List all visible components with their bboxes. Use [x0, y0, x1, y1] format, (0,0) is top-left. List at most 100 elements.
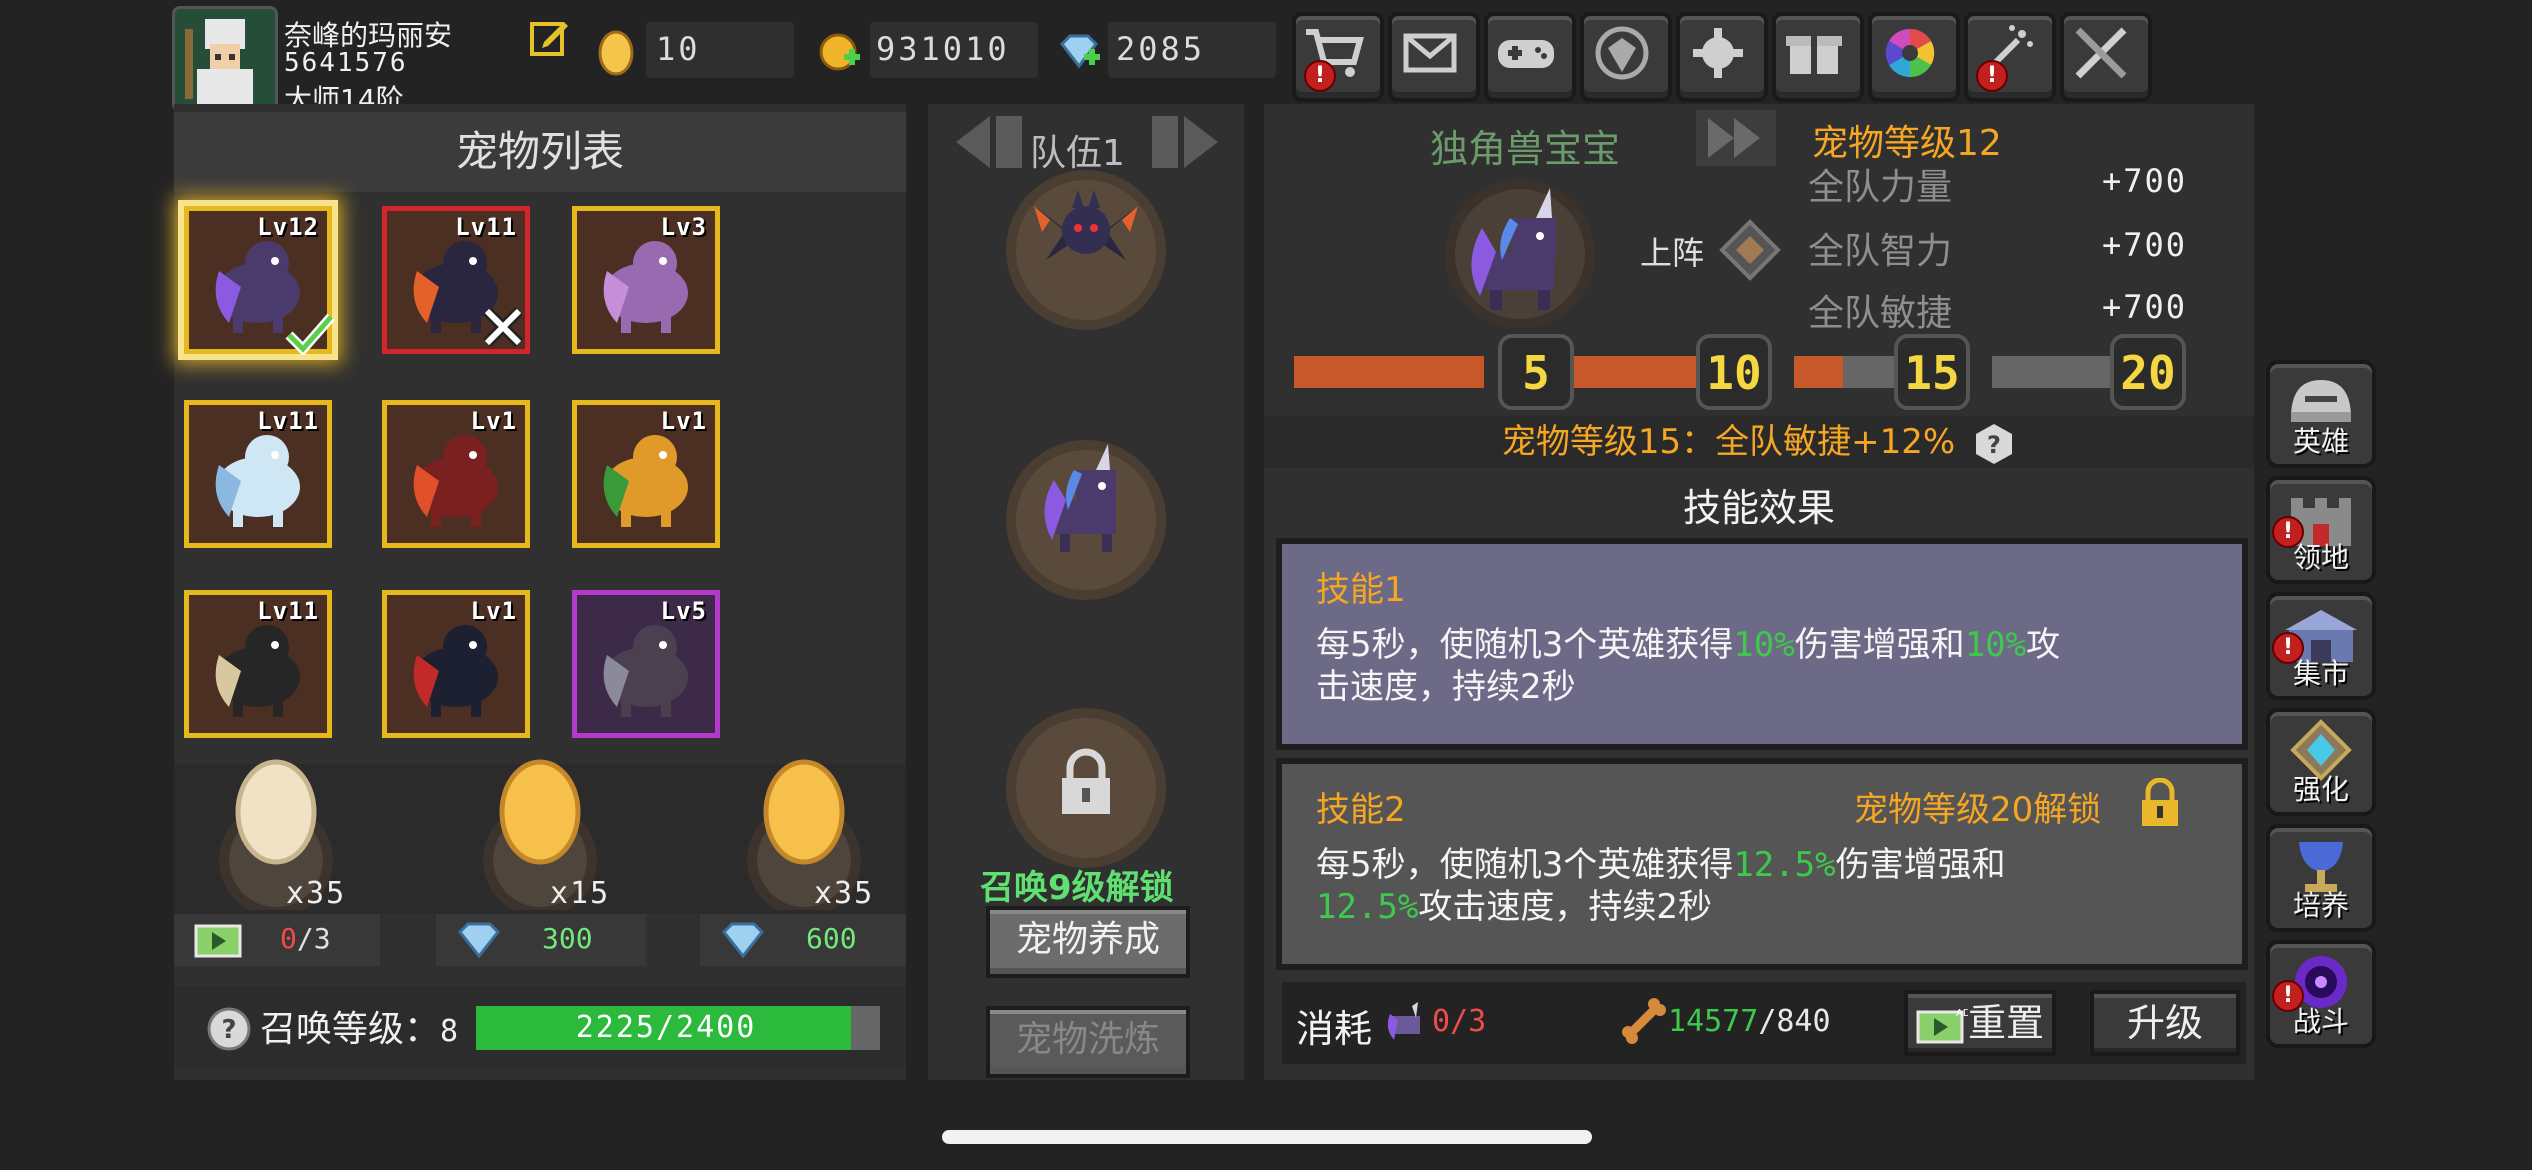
- alert-badge: !: [1976, 60, 2008, 92]
- edit-icon[interactable]: [528, 16, 572, 60]
- egg-count: x35: [814, 876, 875, 911]
- gold-coin-icon[interactable]: [818, 30, 862, 78]
- pet-slot-scorpion[interactable]: Lv3: [572, 206, 720, 354]
- stat-value: +700: [2102, 288, 2188, 326]
- egg-count: 10: [656, 30, 701, 68]
- white-x-icon: [483, 307, 523, 347]
- skill-2-text-c: 攻击速度，持续2秒: [1418, 887, 1712, 927]
- pet-level-badge: Lv1: [470, 597, 517, 625]
- pet-slot-wind-up-spider[interactable]: Lv5: [572, 590, 720, 738]
- next-pet-arrow-icon[interactable]: [1694, 106, 1780, 174]
- sidebar-helmet-button[interactable]: 英雄: [2266, 360, 2376, 468]
- egg-cost-value: 0/3: [280, 922, 331, 955]
- skill-1-card: 技能1 每5秒，使随机3个英雄获得10%伤害增强和10%攻 击速度，持续2秒: [1276, 538, 2248, 750]
- level-milestone-node[interactable]: 15: [1894, 334, 1970, 410]
- mail-button[interactable]: [1388, 12, 1480, 102]
- summon-level-caption: 召唤等级：: [260, 1009, 441, 1050]
- sidebar-crystal-button[interactable]: 强化: [2266, 708, 2376, 816]
- pet-slot-shadow-bat[interactable]: Lv1: [382, 590, 530, 738]
- skill-2-card: 技能2 宠物等级20解锁 每5秒，使随机3个英雄获得12.5%伤害增强和 12.…: [1276, 758, 2248, 970]
- pet-training-button[interactable]: 宠物养成: [986, 906, 1190, 978]
- pet-slot-leaf-turtle[interactable]: Lv1: [572, 400, 720, 548]
- settings-button[interactable]: [1676, 12, 1768, 102]
- stat-label: 全队智力: [1808, 231, 1953, 272]
- stat-value: +700: [2102, 162, 2188, 200]
- deploy-diamond-icon[interactable]: [1718, 218, 1782, 286]
- egg-resource-icon: [596, 26, 636, 80]
- skill-1-description: 每5秒，使随机3个英雄获得10%伤害增强和10%攻 击速度，持续2秒: [1316, 624, 2216, 708]
- sidebar-chalice-button[interactable]: 培养: [2266, 824, 2376, 932]
- pet-level-badge: Lv11: [455, 213, 517, 241]
- bone-need: /840: [1758, 1004, 1831, 1039]
- pet-level-badge: Lv11: [257, 597, 319, 625]
- level-bonus-text: 宠物等级15：全队敏捷+12%: [1501, 422, 1956, 462]
- alert-badge: !: [2272, 516, 2304, 548]
- level-milestone-node[interactable]: 5: [1498, 334, 1574, 410]
- gamepad-button[interactable]: [1484, 12, 1576, 102]
- alert-badge: !: [1304, 60, 1336, 92]
- gem-count: 2085: [1116, 30, 1206, 68]
- pet-slot-ice-wolf[interactable]: Lv11: [184, 400, 332, 548]
- pet-wash-button[interactable]: 宠物洗炼: [986, 1006, 1190, 1078]
- diamond-icon[interactable]: [1058, 32, 1102, 76]
- skill-1-text-b: 伤害增强和: [1794, 625, 1965, 665]
- mail-icon: [1403, 33, 1457, 73]
- reset-button[interactable]: AD 重置: [1904, 990, 2056, 1056]
- help-icon[interactable]: ?: [1972, 422, 2016, 466]
- bone-amount: 14577/840: [1668, 1004, 1831, 1039]
- player-avatar[interactable]: [172, 6, 278, 112]
- sidebar-market-button[interactable]: 集市!: [2266, 592, 2376, 700]
- summon-level-value: 8: [440, 1014, 459, 1049]
- skill-1-pct-b: 10%: [1964, 625, 2027, 665]
- home-indicator[interactable]: [942, 1130, 1592, 1144]
- diamond-icon: [720, 920, 766, 964]
- level-progress-fill: [1562, 356, 1718, 388]
- color-wheel-button[interactable]: [1868, 12, 1960, 102]
- pet-slot-fire-bat[interactable]: Lv11: [382, 206, 530, 354]
- gear-icon: [1693, 28, 1743, 78]
- consume-label: 消耗: [1296, 1007, 1373, 1051]
- gift-button[interactable]: [1772, 12, 1864, 102]
- firework-button[interactable]: !: [1964, 12, 2056, 102]
- sidebar-portal-button[interactable]: 战斗!: [2266, 940, 2376, 1048]
- video-ad-icon: [194, 920, 246, 964]
- bone-have: 14577: [1668, 1004, 1759, 1039]
- alert-badge: !: [2272, 632, 2304, 664]
- level-bonus-line: 宠物等级15：全队敏捷+12% ?: [1264, 416, 2254, 468]
- skills-header: 技能效果: [1682, 486, 1835, 530]
- shop-button[interactable]: !: [1292, 12, 1384, 102]
- team-slot-2[interactable]: [1006, 440, 1166, 600]
- level-milestone-node[interactable]: 20: [2110, 334, 2186, 410]
- emblem-button[interactable]: [1580, 12, 1672, 102]
- skill-2-title: 技能2: [1316, 790, 1406, 830]
- level-milestone-node[interactable]: 10: [1696, 334, 1772, 410]
- pet-slot-magma-beast[interactable]: Lv1: [382, 400, 530, 548]
- pet-level-badge: Lv1: [660, 407, 707, 435]
- egg-cost-value: 300: [542, 922, 593, 955]
- skill-2-pct-b: 12.5%: [1316, 887, 1419, 927]
- sidebar-castle-button[interactable]: 领地!: [2266, 476, 2376, 584]
- pet-level-badge: Lv5: [660, 597, 707, 625]
- battle-swords-button[interactable]: [2060, 12, 2152, 102]
- pet-level-badge: Lv12: [257, 213, 319, 241]
- pet-slot-unicorn-baby[interactable]: Lv12: [184, 206, 335, 355]
- team-slot-1[interactable]: [1006, 170, 1166, 330]
- stat-label: 全队敏捷: [1808, 293, 1953, 334]
- stat-value: +700: [2102, 226, 2188, 264]
- team-next-arrow-icon[interactable]: [1144, 110, 1224, 178]
- team-slot-3-locked[interactable]: [1006, 708, 1166, 868]
- skill-2-pct-a: 12.5%: [1733, 845, 1836, 885]
- upgrade-button[interactable]: 升级: [2090, 990, 2240, 1056]
- skill-1-pct-a: 10%: [1733, 625, 1795, 665]
- alert-badge: !: [2272, 980, 2304, 1012]
- summon-unlock-text: 召唤9级解锁: [980, 868, 1174, 908]
- pet-material-icon: [1384, 1000, 1430, 1050]
- help-icon[interactable]: ?: [206, 1006, 252, 1056]
- skill-1-text-c: 攻: [2026, 625, 2061, 665]
- bone-icon: [1620, 998, 1666, 1048]
- summon-level-label: 召唤等级：8: [260, 1000, 458, 1052]
- pet-slot-horned-shaman[interactable]: Lv11: [184, 590, 332, 738]
- skill-2-description: 每5秒，使随机3个英雄获得12.5%伤害增强和 12.5%攻击速度，持续2秒: [1316, 844, 2216, 928]
- fire-bat-icon: [1026, 190, 1146, 260]
- skill-1-text-a: 每5秒，使随机3个英雄获得: [1316, 625, 1734, 665]
